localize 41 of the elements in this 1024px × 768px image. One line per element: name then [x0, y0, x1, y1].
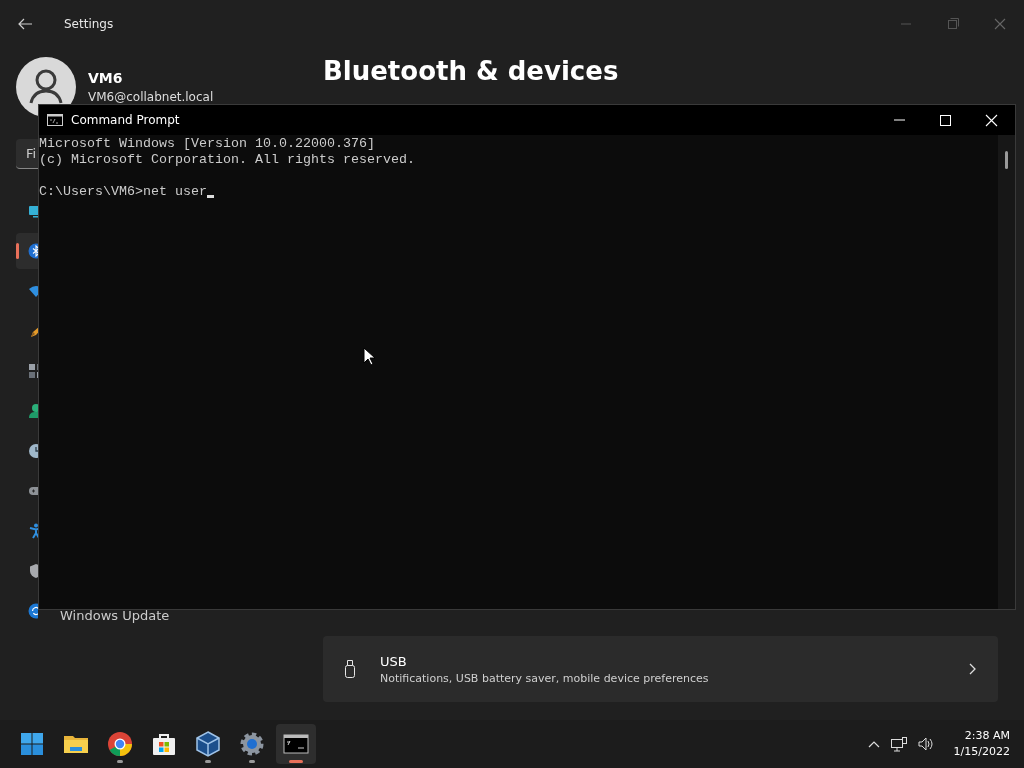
figure-icon — [28, 523, 38, 539]
person-icon — [28, 403, 38, 419]
clock[interactable]: 2:38 AM 1/15/2022 — [953, 728, 1010, 760]
card-title: USB — [380, 653, 408, 669]
wifi-icon — [28, 283, 38, 299]
clock-icon — [28, 443, 38, 459]
page-title: Bluetooth & devices — [323, 56, 620, 86]
usb-icon — [342, 659, 358, 679]
windows-logo-icon — [19, 731, 45, 757]
maximize-icon[interactable] — [939, 113, 952, 127]
settings-card[interactable]: USB Notifications, USB battery saver, mobile device preferences — [323, 636, 998, 702]
cube-icon — [195, 731, 221, 757]
scrollbar[interactable] — [998, 135, 1015, 609]
window-title: Command Prompt — [71, 113, 180, 127]
network-icon[interactable] — [889, 736, 908, 752]
nav-label[interactable]: Windows Update — [60, 607, 170, 623]
console-prompt: C:\Users\VM6> — [39, 184, 143, 200]
nav-item[interactable] — [16, 233, 38, 269]
console-text: (c) Microsoft Corporation. All rights reserved. — [39, 152, 416, 168]
gear-icon — [239, 731, 265, 757]
apps-icon — [28, 363, 38, 379]
user-email: VM6@collabnet.local — [88, 90, 214, 104]
console-text: Microsoft Windows [Version 10.0.22000.376] — [39, 136, 376, 152]
console-icon — [47, 114, 63, 126]
browser-icon — [107, 731, 133, 757]
shield-icon — [28, 563, 38, 579]
back-icon[interactable] — [16, 16, 34, 32]
display-icon — [28, 203, 38, 219]
sync-icon — [28, 603, 38, 619]
user-name: VM6 — [88, 70, 124, 86]
speaker-icon[interactable] — [917, 736, 934, 752]
shopping-bag-icon — [151, 731, 177, 757]
chevron-icon — [968, 662, 978, 676]
console-command: net user — [143, 184, 207, 200]
taskbar-button[interactable] — [276, 724, 316, 764]
mouse-pointer-icon — [363, 347, 377, 367]
terminal-icon — [283, 731, 309, 757]
window-title: Settings — [64, 17, 114, 31]
search-field[interactable]: Fi — [16, 139, 38, 169]
card-description: Notifications, USB battery saver, mobile device preferences — [380, 671, 710, 685]
chevron-up-icon[interactable] — [867, 739, 880, 749]
